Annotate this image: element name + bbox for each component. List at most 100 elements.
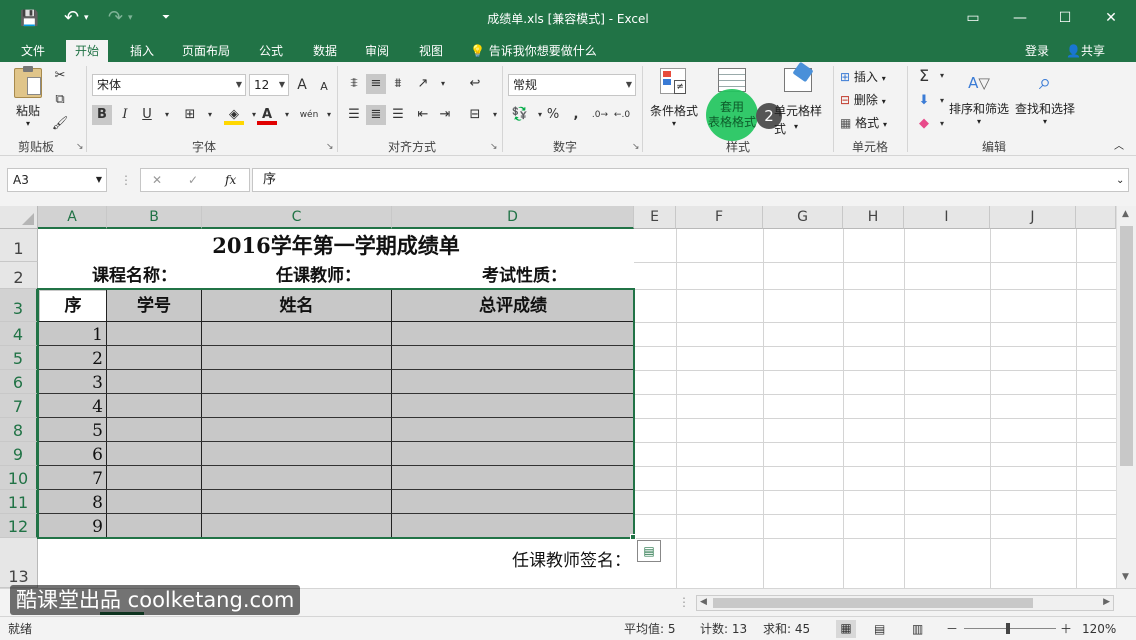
horizontal-scrollbar[interactable]: ◀ ▶ (696, 595, 1114, 611)
font-color-dropdown-icon[interactable]: ▾ (277, 105, 297, 125)
vertical-scroll-thumb[interactable] (1120, 226, 1133, 466)
share-button[interactable]: 👤共享 (1066, 40, 1105, 62)
column-header-g[interactable]: G (763, 206, 843, 229)
row-header-3[interactable]: 3 (0, 289, 38, 322)
formula-input[interactable]: 序 (252, 168, 1129, 192)
scroll-up-icon[interactable]: ▲ (1122, 209, 1129, 219)
increase-decimal-icon[interactable]: .0→ (590, 105, 610, 125)
seq-cell[interactable]: 5 (40, 418, 103, 442)
decrease-indent-icon[interactable]: ⇤ (413, 105, 433, 125)
column-header-h[interactable]: H (843, 206, 904, 229)
row-header-11[interactable]: 11 (0, 490, 38, 514)
align-middle-icon[interactable]: ≡ (366, 74, 386, 94)
grow-font-icon[interactable]: A (292, 75, 312, 95)
cell-styles-button[interactable] (768, 61, 828, 92)
cancel-icon[interactable]: ✕ (152, 171, 162, 189)
seq-cell[interactable]: 2 (40, 346, 103, 370)
phonetic-dropdown-icon[interactable]: ▾ (319, 105, 339, 125)
cell-styles-dropdown-icon[interactable]: ▾ (794, 118, 798, 136)
column-header-i[interactable]: I (904, 206, 990, 229)
exam-type-label[interactable]: 考试性质： (482, 262, 567, 289)
bold-button[interactable]: B (92, 105, 112, 125)
tab-view[interactable]: 视图 (410, 40, 452, 62)
maximize-button[interactable]: ☐ (1050, 6, 1080, 30)
find-select-button[interactable]: ⌕ 查找和选择 ▾ (1012, 68, 1078, 126)
column-header-f[interactable]: F (676, 206, 763, 229)
clear-icon[interactable]: ◆ (914, 114, 934, 134)
font-launcher-icon[interactable]: ↘ (326, 142, 334, 152)
row-header-13[interactable]: 13 (0, 538, 38, 588)
borders-icon[interactable]: ⊞ (180, 105, 200, 125)
column-header-j[interactable]: J (990, 206, 1076, 229)
header-student-id[interactable]: 学号 (107, 291, 201, 321)
font-name-dropdown[interactable]: 宋体 ▼ (92, 74, 246, 96)
scroll-down-icon[interactable]: ▼ (1122, 572, 1129, 582)
seq-cell[interactable]: 1 (40, 322, 103, 346)
teacher-signature-label[interactable]: 任课教师签名： (392, 548, 631, 574)
merge-center-icon[interactable]: ⊟ (465, 105, 485, 125)
wrap-text-icon[interactable]: ↩ (465, 74, 485, 94)
expand-formula-bar-icon[interactable]: ⌄ (1116, 172, 1124, 190)
row-header-4[interactable]: 4 (0, 322, 38, 346)
row-header-9[interactable]: 9 (0, 442, 38, 466)
fill-icon[interactable]: ⬇ (914, 91, 934, 111)
status-average[interactable]: 平均值: 5 (624, 621, 676, 637)
teacher-label[interactable]: 任课教师： (276, 262, 361, 289)
column-header-c[interactable]: C (202, 206, 392, 229)
font-size-dropdown[interactable]: 12 ▼ (249, 74, 289, 96)
horizontal-scroll-thumb[interactable] (713, 598, 1033, 608)
zoom-level[interactable]: 120% (1082, 621, 1116, 637)
accounting-format-icon[interactable]: 💱 (510, 105, 530, 125)
collapse-ribbon-icon[interactable]: ︿ (1114, 138, 1124, 156)
alignment-launcher-icon[interactable]: ↘ (490, 142, 498, 152)
align-right-icon[interactable]: ☰ (388, 105, 408, 125)
fill-handle[interactable] (630, 534, 636, 540)
row-header-6[interactable]: 6 (0, 370, 38, 394)
insert-function-icon[interactable]: fx (225, 171, 236, 189)
underline-button[interactable]: U (137, 105, 157, 125)
number-launcher-icon[interactable]: ↘ (632, 142, 640, 152)
delete-cells-button[interactable]: ⊟ 删除 ▾ (840, 91, 886, 111)
row-header-10[interactable]: 10 (0, 466, 38, 490)
font-color-icon[interactable]: A (257, 105, 277, 125)
zoom-slider[interactable] (964, 623, 1056, 634)
align-top-icon[interactable]: ⩨ (344, 74, 364, 94)
zoom-out-button[interactable]: － (946, 621, 958, 637)
seq-cell[interactable]: 7 (40, 466, 103, 490)
insert-cells-button[interactable]: ⊞ 插入 ▾ (840, 68, 886, 88)
minimize-button[interactable]: — (1005, 6, 1035, 30)
row-header-1[interactable]: 1 (0, 229, 38, 262)
close-button[interactable]: ✕ (1096, 6, 1126, 30)
cut-icon[interactable]: ✂ (50, 66, 70, 86)
tab-page-layout[interactable]: 页面布局 (173, 40, 239, 62)
row-header-5[interactable]: 5 (0, 346, 38, 370)
number-format-dropdown[interactable]: 常规 ▼ (508, 74, 636, 96)
normal-view-icon[interactable]: ▦ (836, 620, 856, 638)
select-all-corner[interactable] (0, 206, 38, 229)
seq-cell[interactable]: 9 (40, 514, 103, 538)
column-header-e[interactable]: E (634, 206, 676, 229)
enter-icon[interactable]: ✓ (188, 171, 198, 189)
tab-review[interactable]: 审阅 (356, 40, 398, 62)
quick-analysis-icon[interactable]: ▤ (637, 540, 661, 562)
login-link[interactable]: 登录 (1025, 40, 1049, 62)
row-header-8[interactable]: 8 (0, 418, 38, 442)
column-header-b[interactable]: B (107, 206, 202, 229)
tab-insert[interactable]: 插入 (121, 40, 163, 62)
increase-indent-icon[interactable]: ⇥ (435, 105, 455, 125)
comma-style-icon[interactable]: , (566, 105, 586, 125)
format-cells-button[interactable]: ▦ 格式 ▾ (840, 114, 887, 134)
tab-data[interactable]: 数据 (304, 40, 346, 62)
column-header-d[interactable]: D (392, 206, 634, 229)
italic-button[interactable]: I (115, 105, 135, 125)
underline-dropdown-icon[interactable]: ▾ (157, 105, 177, 125)
sheet-title[interactable]: 2016学年第一学期成绩单 (38, 229, 634, 262)
format-painter-icon[interactable]: 🖌 (50, 114, 70, 134)
status-sum[interactable]: 求和: 45 (763, 621, 810, 637)
tab-formulas[interactable]: 公式 (250, 40, 292, 62)
header-seq[interactable]: 序 (40, 291, 106, 321)
sort-filter-button[interactable]: A▽ 排序和筛选 ▾ (946, 68, 1012, 126)
row-header-12[interactable]: 12 (0, 514, 38, 538)
seq-cell[interactable]: 3 (40, 370, 103, 394)
header-name[interactable]: 姓名 (202, 291, 391, 321)
